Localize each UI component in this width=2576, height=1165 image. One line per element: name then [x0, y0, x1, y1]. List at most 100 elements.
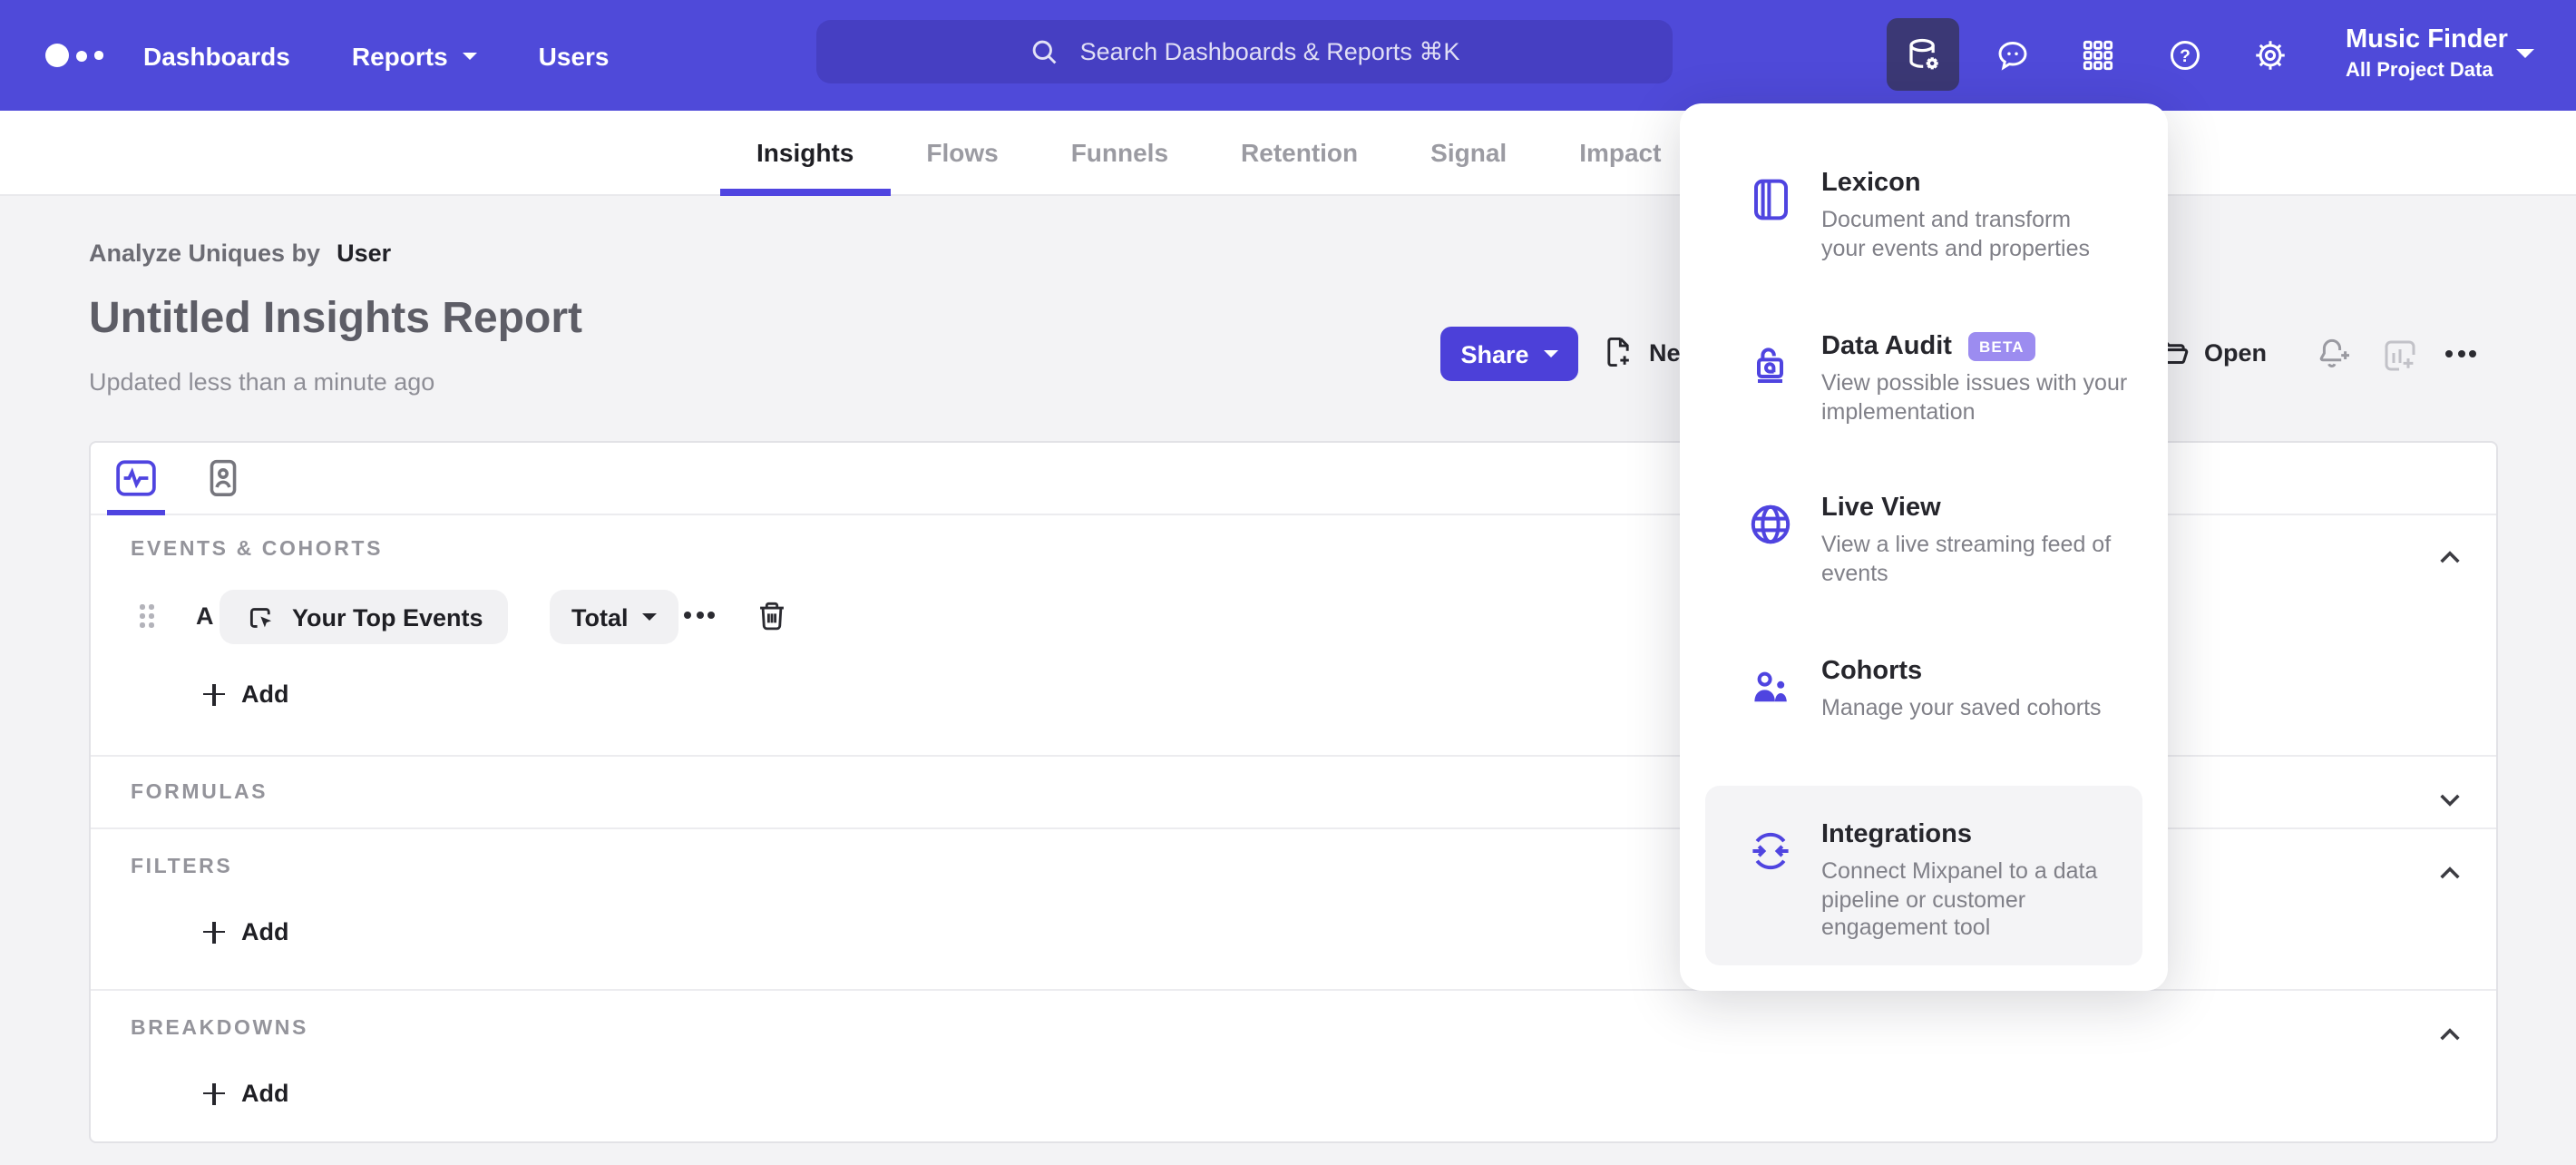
feedback-chat-icon[interactable]	[1994, 36, 2032, 74]
chevron-down-icon[interactable]	[2516, 49, 2534, 67]
menu-item-desc-line: View possible issues with your	[1821, 370, 2128, 396]
pulse-chart-icon	[116, 460, 156, 496]
menu-item-desc-line: implementation	[1821, 398, 1976, 424]
menu-item-integrations[interactable]: Integrations Connect Mixpanel to a data …	[1705, 820, 2142, 943]
menu-item-desc-line: Document and transform	[1821, 207, 2072, 232]
open-report-button[interactable]: Open	[2152, 334, 2267, 372]
more-options-button[interactable]	[2445, 350, 2477, 357]
chevron-down-icon	[462, 52, 477, 66]
help-icon[interactable]: ?	[2166, 36, 2204, 74]
tab-retention[interactable]: Retention	[1205, 111, 1394, 196]
section-events-cohorts-label: EVENTS & COHORTS	[131, 539, 384, 561]
nav-dashboards[interactable]: Dashboards	[143, 41, 290, 70]
mixpanel-app: Dashboards Reports Users Search Dashboar…	[0, 0, 2576, 1165]
svg-text:?: ?	[2180, 47, 2191, 66]
menu-item-desc-line: your events and properties	[1821, 235, 2091, 260]
metric-selector-button[interactable]: Total	[550, 590, 679, 644]
add-to-dashboard-icon[interactable]	[2380, 336, 2420, 376]
analyze-value-dropdown[interactable]: User	[337, 240, 391, 267]
add-breakdown-button[interactable]: Add	[203, 1080, 289, 1107]
report-tabs-bar: Insights Flows Funnels Retention Signal …	[0, 111, 2576, 196]
search-placeholder: Search Dashboards & Reports ⌘K	[1079, 37, 1460, 64]
tab-profiles-view[interactable]	[189, 443, 258, 514]
tab-metrics-view[interactable]	[102, 443, 171, 515]
alert-bell-plus-icon[interactable]	[2315, 334, 2355, 374]
report-title[interactable]: Untitled Insights Report	[89, 294, 582, 345]
event-picker-icon	[249, 607, 272, 627]
event-selector-button[interactable]: Your Top Events	[220, 590, 509, 644]
menu-item-title: Integrations	[1821, 820, 1972, 849]
menu-item-title: Data Audit	[1821, 332, 1952, 361]
tab-insights[interactable]: Insights	[720, 111, 890, 196]
nav-users[interactable]: Users	[539, 41, 610, 70]
integrations-sync-icon	[1752, 832, 1789, 870]
delete-event-trash-icon[interactable]	[755, 599, 789, 633]
section-filters-label: FILTERS	[131, 857, 233, 878]
top-nav-links: Dashboards Reports Users	[143, 0, 610, 111]
share-label: Share	[1460, 340, 1529, 367]
menu-item-title: Cohorts	[1821, 657, 1923, 686]
database-gear-icon	[1908, 37, 1937, 69]
data-management-button[interactable]	[1887, 18, 1959, 91]
menu-item-desc-line: events	[1821, 560, 1888, 585]
search-input[interactable]: Search Dashboards & Reports ⌘K	[816, 20, 1673, 83]
beta-badge: BETA	[1967, 332, 2035, 361]
menu-item-lexicon[interactable]: Lexicon Document and transform your even…	[1705, 169, 2142, 263]
add-filter-button[interactable]: Add	[203, 918, 289, 945]
menu-item-desc-line: pipeline or customer	[1821, 886, 2026, 912]
tab-funnels[interactable]: Funnels	[1035, 111, 1205, 196]
report-tabs: Insights Flows Funnels Retention Signal …	[720, 111, 1697, 196]
project-name: Music Finder	[2346, 25, 2508, 54]
collapse-breakdowns-chevron-up-icon[interactable]	[2436, 1022, 2464, 1049]
updated-timestamp: Updated less than a minute ago	[89, 368, 435, 396]
live-view-globe-icon	[1751, 504, 1791, 544]
series-letter: A	[196, 602, 214, 630]
collapse-events-chevron-up-icon[interactable]	[2436, 544, 2464, 572]
menu-item-title: Lexicon	[1821, 169, 1921, 198]
event-row-options-button[interactable]	[684, 612, 716, 619]
menu-item-desc-line: Connect Mixpanel to a data	[1821, 858, 2098, 884]
plus-icon	[203, 683, 225, 705]
menu-item-cohorts[interactable]: Cohorts Manage your saved cohorts	[1705, 657, 2142, 723]
event-name: Your Top Events	[292, 603, 483, 631]
add-label: Add	[241, 680, 289, 708]
top-nav-bar: Dashboards Reports Users Search Dashboar…	[0, 0, 2576, 111]
data-audit-lock-icon	[1757, 348, 1783, 383]
collapse-filters-chevron-up-icon[interactable]	[2436, 860, 2464, 887]
chevron-down-icon	[1543, 350, 1558, 365]
project-subtitle: All Project Data	[2346, 59, 2493, 82]
document-plus-icon	[1607, 338, 1629, 367]
menu-item-title: Live View	[1821, 494, 1941, 523]
tab-flows[interactable]: Flows	[890, 111, 1034, 196]
plus-icon	[203, 1082, 225, 1104]
add-label: Add	[241, 1080, 289, 1107]
menu-item-data-audit[interactable]: Data Audit BETA View possible issues with…	[1705, 332, 2142, 426]
data-management-menu: Lexicon Document and transform your even…	[1680, 103, 2168, 991]
tab-signal[interactable]: Signal	[1394, 111, 1543, 196]
add-event-button[interactable]: Add	[203, 680, 289, 708]
plus-icon	[203, 921, 225, 943]
drag-handle[interactable]	[140, 604, 153, 627]
expand-formulas-chevron-down-icon[interactable]	[2436, 786, 2464, 813]
nav-reports[interactable]: Reports	[352, 41, 477, 70]
search-icon	[1033, 40, 1058, 64]
menu-item-desc-line: Manage your saved cohorts	[1821, 695, 2102, 720]
share-button[interactable]: Share	[1440, 327, 1578, 381]
section-breakdowns-label: BREAKDOWNS	[131, 1018, 308, 1040]
apps-grid-icon[interactable]	[2079, 36, 2117, 74]
chevron-down-icon	[642, 613, 658, 628]
settings-gear-icon[interactable]	[2251, 36, 2289, 74]
add-label: Add	[241, 918, 289, 945]
metric-value: Total	[571, 603, 629, 631]
analyze-label: Analyze Uniques by	[89, 240, 321, 267]
analyze-uniques-row: Analyze Uniques by User	[89, 240, 391, 267]
person-card-icon	[210, 459, 237, 496]
tab-impact[interactable]: Impact	[1543, 111, 1697, 196]
project-switcher[interactable]: Music Finder All Project Data	[2346, 24, 2508, 83]
lexicon-book-icon	[1754, 179, 1788, 220]
nav-reports-label: Reports	[351, 41, 448, 70]
mixpanel-logo-icon[interactable]	[45, 44, 102, 67]
menu-item-desc-line: View a live streaming feed of	[1821, 532, 2112, 557]
menu-item-live-view[interactable]: Live View View a live streaming feed of …	[1705, 494, 2142, 588]
cohorts-people-icon	[1754, 671, 1787, 702]
